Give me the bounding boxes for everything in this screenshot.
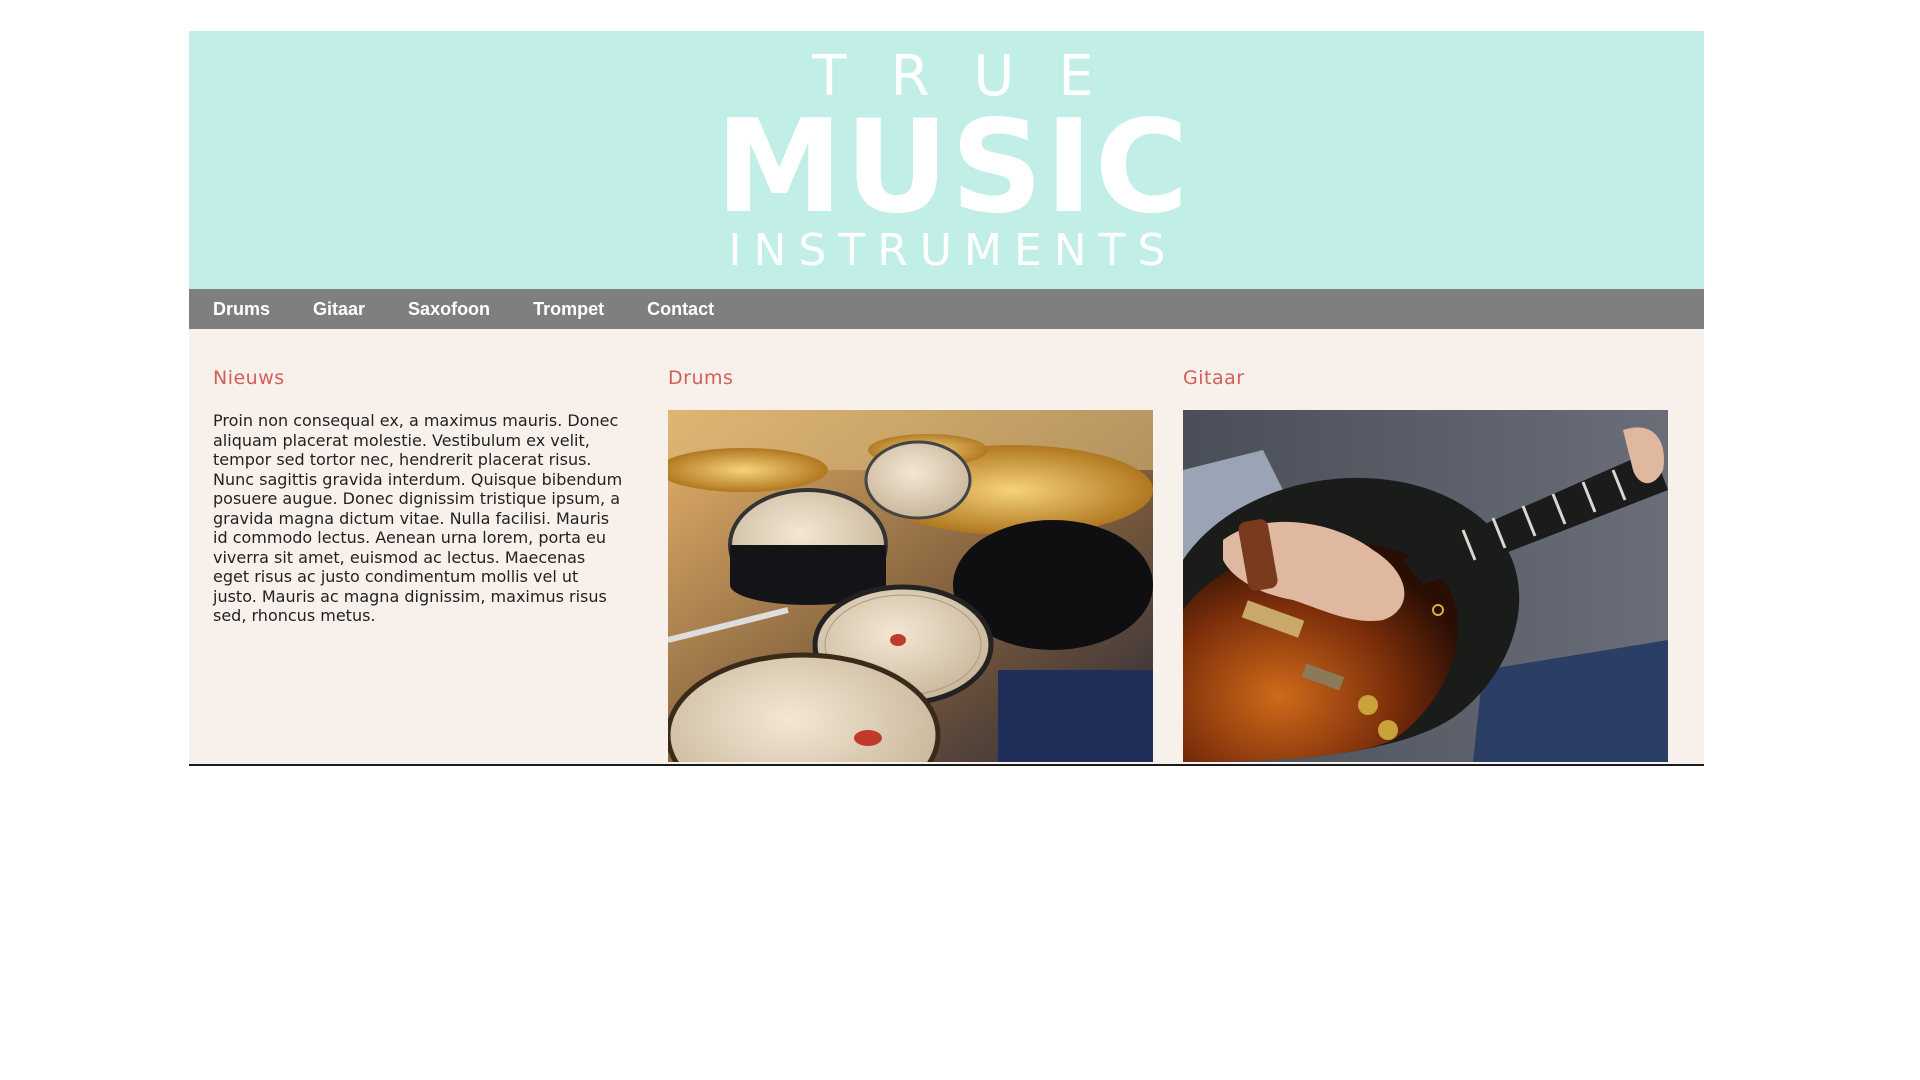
nav-item-trompet[interactable]: Trompet — [533, 299, 604, 320]
nav-item-gitaar[interactable]: Gitaar — [313, 299, 365, 320]
drum-kit-illustration — [668, 410, 1153, 762]
main-navigation: Drums Gitaar Saxofoon Trompet Contact — [189, 289, 1704, 329]
site-logo[interactable]: TRUE MUSIC INSTRUMENTS — [693, 31, 1213, 289]
main-content: Nieuws Proin non consequal ex, a maximus… — [189, 329, 1704, 762]
page-container: TRUE MUSIC INSTRUMENTS Drums Gitaar Saxo… — [189, 31, 1704, 766]
logo-line-music: MUSIC — [715, 93, 1191, 242]
guitar-illustration — [1183, 410, 1668, 762]
logo-line-instruments: INSTRUMENTS — [728, 225, 1178, 276]
header-banner: TRUE MUSIC INSTRUMENTS — [189, 31, 1704, 289]
drums-photo[interactable] — [668, 410, 1153, 762]
gitaar-heading: Gitaar — [1183, 367, 1245, 389]
drums-heading: Drums — [668, 367, 734, 389]
nav-item-contact[interactable]: Contact — [647, 299, 714, 320]
news-heading: Nieuws — [213, 367, 285, 389]
nav-item-drums[interactable]: Drums — [213, 299, 270, 320]
gitaar-photo[interactable] — [1183, 410, 1668, 762]
news-text: Proin non consequal ex, a maximus mauris… — [213, 411, 623, 625]
nav-item-saxofoon[interactable]: Saxofoon — [408, 299, 490, 320]
